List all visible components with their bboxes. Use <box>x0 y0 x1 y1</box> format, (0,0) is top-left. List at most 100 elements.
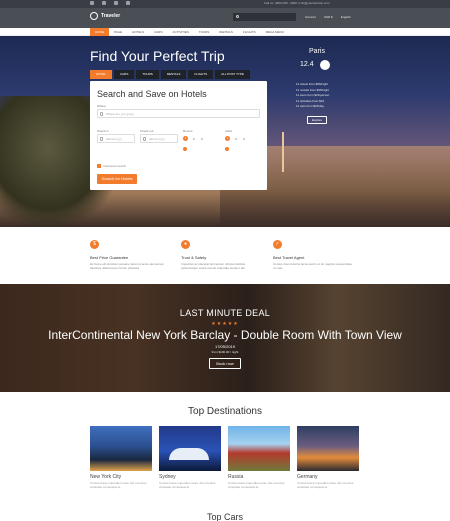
logo-text: Traveler <box>101 13 121 19</box>
where-input[interactable]: Where are you going <box>97 109 260 118</box>
explore-button[interactable]: Explore <box>307 116 327 124</box>
destination-card-new-york[interactable]: New York City Cursus fusce imperdiet cur… <box>90 426 152 489</box>
weather-city: Paris <box>309 48 325 55</box>
weather-temp: 12.4 <box>300 61 314 68</box>
destination-desc: Cursus fusce imperdiet curae nisl ut lec… <box>159 481 216 489</box>
destination-name[interactable]: New York City <box>90 474 152 480</box>
top-cars-heading: Top Cars <box>206 512 243 521</box>
nav-item-activities[interactable]: ACTIVITIES <box>167 28 193 36</box>
logo-icon <box>90 12 98 20</box>
features-section: $ Best Price Guarantee Ex fusce elit tin… <box>0 227 450 284</box>
hero-section: Find Your Perfect Trip HOTEL CARS TOURS … <box>0 36 450 227</box>
search-hotels-button[interactable]: Search for Hotels <box>97 174 137 184</box>
contact-info: Call us: (000) 000 - 0000 | info@yourdom… <box>264 1 330 5</box>
eiffel-tower-image <box>282 132 284 172</box>
site-logo[interactable]: Traveler <box>90 12 120 20</box>
rooms-label: Rooms <box>183 129 193 133</box>
nav-item-rentals[interactable]: RENTALS <box>214 28 238 36</box>
destination-card-russia[interactable]: Russia Cursus fusce imperdiet curae nisl… <box>228 426 290 489</box>
nav-item-tours[interactable]: TOURS <box>194 28 214 36</box>
destination-card-sydney[interactable]: Sydney Cursus fusce imperdiet curae nisl… <box>159 426 221 489</box>
destination-card-germany[interactable]: Germany Cursus fusce imperdiet curae nis… <box>297 426 359 489</box>
children-minus-button[interactable] <box>183 147 187 151</box>
tab-flights[interactable]: FLIGHTS <box>188 70 214 79</box>
tab-hotel[interactable]: HOTEL <box>90 70 113 79</box>
destination-name[interactable]: Russia <box>228 474 290 480</box>
account-link[interactable]: Account <box>305 15 316 19</box>
nav-item-cars[interactable]: CARS <box>149 28 167 36</box>
twitter-icon[interactable] <box>102 1 106 5</box>
currency-select[interactable]: USD $ <box>324 15 333 19</box>
nav-item-mega-menu[interactable]: MEGA MENU <box>261 28 289 36</box>
destination-desc: Cursus fusce imperdiet curae nisl ut lec… <box>228 481 285 489</box>
language-select[interactable]: English <box>341 15 351 19</box>
nav-item-flights[interactable]: FLIGHTS <box>238 28 261 36</box>
deal-rating-stars: ★★★★★ <box>211 321 239 327</box>
adult-option-3[interactable]: 3 <box>243 137 245 141</box>
destination-desc: Cursus fusce imperdiet curae nisl ut lec… <box>297 481 354 489</box>
header-search-input[interactable] <box>233 13 296 21</box>
destination-name[interactable]: Germany <box>297 474 359 480</box>
feature-title: Trust & Safety <box>181 255 207 260</box>
tab-tours[interactable]: TOURS <box>136 70 159 79</box>
deal-price: from $190.00 / night <box>211 350 239 354</box>
rooms-option-3[interactable]: 3 <box>201 137 203 141</box>
adult-label: Adult <box>225 129 232 133</box>
advanced-search-checkbox[interactable] <box>97 164 101 168</box>
hotel-search-form: Search and Save on Hotels Where Where ar… <box>90 81 267 190</box>
feature-desc: Ex fusce elit tincidunt posuere lacus id… <box>90 262 165 270</box>
feature-title: Best Travel Agent <box>273 255 305 260</box>
linkedin-icon[interactable] <box>126 1 130 5</box>
hero-title: Find Your Perfect Trip <box>90 48 225 64</box>
feature-trust-safety: ● Trust & Safety Imperdiet ac placerat f… <box>181 240 261 270</box>
social-links <box>90 1 130 5</box>
top-bar: Call us: (000) 000 - 0000 | info@yourdom… <box>0 0 450 8</box>
deal-title[interactable]: InterContinental New York Barclay - Doub… <box>0 328 450 342</box>
nav-item-hotels[interactable]: HOTELS <box>127 28 149 36</box>
calendar-icon <box>100 137 103 141</box>
deal-date: 17/05/2019 <box>214 344 236 349</box>
nav-item-page[interactable]: PAGE <box>109 28 127 36</box>
search-tabs: HOTEL CARS TOURS RENTALS FLIGHTS ALL POS… <box>90 70 250 79</box>
destination-photo[interactable] <box>297 426 359 471</box>
destination-photo[interactable] <box>228 426 290 471</box>
tab-rentals[interactable]: RENTALS <box>160 70 187 79</box>
header-links: Account USD $ English <box>305 15 351 19</box>
tab-all-post-type[interactable]: ALL POST TYPE <box>215 70 250 79</box>
rooms-option-2[interactable]: 2 <box>193 137 195 141</box>
location-pin-icon <box>100 112 103 116</box>
last-minute-deal-section: LAST MINUTE DEAL ★★★★★ InterContinental … <box>0 284 450 392</box>
advanced-search-toggle[interactable]: Advanced search <box>97 164 126 168</box>
nav-item-home[interactable]: HOME <box>90 28 109 36</box>
thumbs-up-icon: ✓ <box>273 240 282 249</box>
adult-minus-button[interactable] <box>225 147 229 151</box>
feature-desc: Cursus risus lobortis lacus sed in et si… <box>273 262 353 270</box>
destination-desc: Cursus fusce imperdiet curae nisl ut lec… <box>90 481 147 489</box>
site-header: Traveler Account USD $ English <box>0 8 450 28</box>
facebook-icon[interactable] <box>90 1 94 5</box>
search-icon <box>236 15 239 18</box>
destination-stats: 11 hotels from $68/night 11 rentals from… <box>296 82 329 110</box>
destination-photo[interactable] <box>90 426 152 471</box>
destination-photo[interactable] <box>159 426 221 471</box>
top-destinations-heading: Top Destinations <box>188 406 262 417</box>
instagram-icon[interactable] <box>114 1 118 5</box>
adult-option-1[interactable]: 1 <box>225 136 230 141</box>
checkout-input[interactable]: dd/mm/yyyy <box>140 134 178 143</box>
form-title: Search and Save on Hotels <box>97 89 207 99</box>
where-label: Where <box>97 104 106 108</box>
deal-kicker: LAST MINUTE DEAL <box>179 308 271 318</box>
feature-title: Best Price Guarantee <box>90 255 129 260</box>
feature-desc: Imperdiet ac placerat fermentum ultrices… <box>181 262 246 270</box>
checkin-input[interactable]: dd/mm/yyyy <box>97 134 135 143</box>
lock-icon: ● <box>181 240 190 249</box>
destination-name[interactable]: Sydney <box>159 474 221 480</box>
feature-travel-agent: ✓ Best Travel Agent Cursus risus loborti… <box>273 240 353 270</box>
tab-cars[interactable]: CARS <box>114 70 135 79</box>
stat-cars: 11 cars from $15/day <box>296 104 324 108</box>
checkout-label: Check out <box>140 129 154 133</box>
book-now-button[interactable]: Book now <box>209 358 241 369</box>
calendar-icon <box>143 137 146 141</box>
rooms-option-1[interactable]: 1 <box>183 136 188 141</box>
adult-option-2[interactable]: 2 <box>235 137 237 141</box>
